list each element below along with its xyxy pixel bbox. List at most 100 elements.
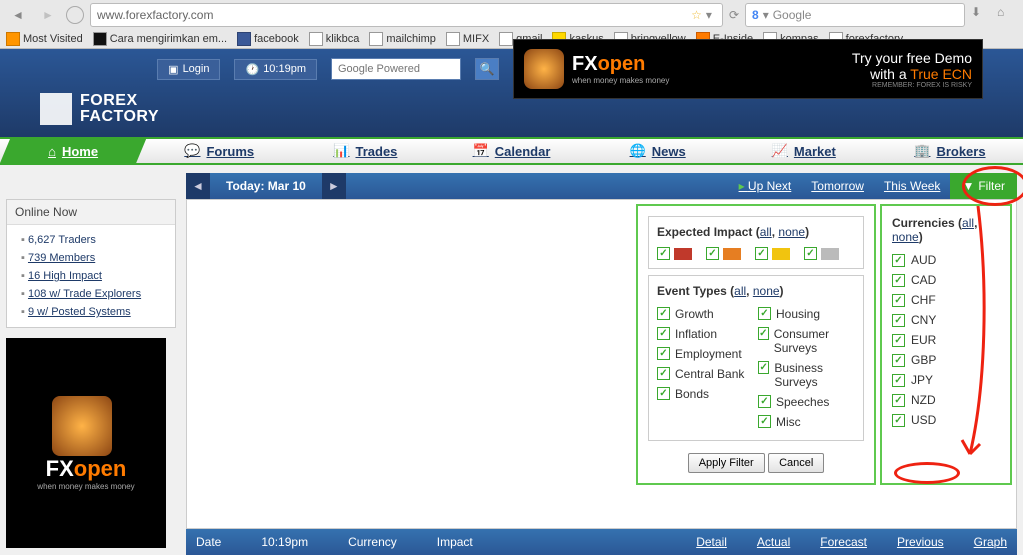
sidebar-stat[interactable]: 9 w/ Posted Systems [21, 303, 175, 321]
currency-checkbox-nzd[interactable] [892, 394, 905, 407]
event-checkbox[interactable] [758, 307, 771, 320]
currency-checkbox-gbp[interactable] [892, 354, 905, 367]
clock: 🕐 10:19pm [234, 59, 317, 80]
sidebar-stat[interactable]: 739 Members [21, 249, 175, 267]
main-column: ◄ Today: Mar 10 ► Up Next Tomorrow This … [186, 165, 1017, 555]
bookmark-item[interactable]: Cara mengirimkan em... [93, 32, 227, 46]
impact-all-link[interactable]: all [760, 225, 772, 239]
home-icon[interactable]: ⌂ [997, 5, 1017, 25]
col-actual[interactable]: Actual [757, 535, 790, 549]
calendar-footer-bar: Date 10:19pm Currency Impact Detail Actu… [186, 529, 1017, 555]
bookmark-item[interactable]: facebook [237, 32, 299, 46]
event-checkbox[interactable] [657, 347, 670, 360]
event-all-link[interactable]: all [734, 284, 746, 298]
event-checkbox[interactable] [758, 361, 769, 374]
market-icon: 📈 [772, 143, 788, 159]
date-next-button[interactable]: ► [322, 173, 346, 199]
ad-logo-icon [524, 49, 564, 89]
dropdown-icon[interactable]: ▾ [706, 8, 712, 22]
currency-checkbox-jpy[interactable] [892, 374, 905, 387]
nav-trades[interactable]: 📊Trades [292, 139, 438, 163]
site-search-button[interactable]: 🔍 [475, 58, 499, 80]
event-checkbox[interactable] [657, 327, 670, 340]
event-none-link[interactable]: none [753, 284, 780, 298]
sidebar-stat[interactable]: 108 w/ Trade Explorers [21, 285, 175, 303]
bookmark-item[interactable]: MIFX [446, 32, 489, 46]
nav-brokers[interactable]: 🏢Brokers [877, 139, 1023, 163]
date-prev-button[interactable]: ◄ [186, 173, 210, 199]
col-currency: Currency [348, 535, 397, 549]
upnext-link[interactable]: Up Next [729, 179, 802, 193]
curr-none-link[interactable]: none [892, 230, 919, 244]
event-checkbox[interactable] [758, 415, 771, 428]
date-bar: ◄ Today: Mar 10 ► Up Next Tomorrow This … [186, 173, 1017, 199]
sidebar-ad[interactable]: FXopen when money makes money [6, 338, 166, 548]
impact-yellow-checkbox[interactable] [755, 247, 768, 260]
impact-red-checkbox[interactable] [657, 247, 670, 260]
nav-forums[interactable]: 💬Forums [146, 139, 292, 163]
url-input[interactable]: www.forexfactory.com ☆ ▾ [90, 3, 723, 27]
calendar-area: Expected Impact (all, none) Event Type [186, 199, 1017, 529]
url-bar-row: ◄ ► www.forexfactory.com ☆ ▾ ⟳ 8 ▾ Googl… [0, 0, 1023, 30]
cancel-filter-button[interactable]: Cancel [768, 453, 824, 473]
event-checkbox[interactable] [657, 307, 670, 320]
nav-news[interactable]: 🌐News [585, 139, 731, 163]
bookmark-item[interactable]: mailchimp [369, 32, 436, 46]
col-graph[interactable]: Graph [974, 535, 1007, 549]
site-header: ▣ Login 🕐 10:19pm 🔍 FXopen when money ma… [0, 49, 1023, 137]
content: Online Now 6,627 Traders 739 Members 16 … [0, 165, 1023, 555]
event-checkbox[interactable] [657, 387, 670, 400]
col-forecast[interactable]: Forecast [820, 535, 867, 549]
bookmark-star-icon[interactable]: ☆ [691, 8, 702, 22]
login-button[interactable]: ▣ Login [157, 59, 220, 80]
bookmark-item[interactable]: Most Visited [6, 32, 83, 46]
filter-icon: ▼ [962, 179, 974, 193]
currency-checkbox-aud[interactable] [892, 254, 905, 267]
nav-home[interactable]: ⌂Home [0, 139, 146, 163]
col-detail[interactable]: Detail [696, 535, 727, 549]
thisweek-link[interactable]: This Week [874, 179, 950, 193]
event-checkbox[interactable] [758, 395, 771, 408]
download-icon[interactable]: ⬇ [971, 5, 991, 25]
bookmark-item[interactable]: klikbca [309, 32, 360, 46]
impact-none-link[interactable]: none [778, 225, 805, 239]
browser-search-input[interactable]: 8 ▾ Google [745, 3, 965, 27]
filter-button[interactable]: ▼Filter [950, 173, 1017, 199]
currency-checkbox-usd[interactable] [892, 414, 905, 427]
google-icon: 8 [752, 8, 759, 22]
site-logo[interactable]: FOREXFACTORY [40, 93, 159, 125]
reload-icon[interactable]: ⟳ [729, 8, 739, 22]
currency-checkbox-eur[interactable] [892, 334, 905, 347]
back-button[interactable]: ◄ [6, 3, 30, 27]
currency-checkbox-chf[interactable] [892, 294, 905, 307]
expected-impact-title: Expected Impact (all, none) [657, 225, 855, 239]
left-sidebar: Online Now 6,627 Traders 739 Members 16 … [6, 165, 176, 555]
site-search-input[interactable] [331, 58, 461, 80]
date-today[interactable]: Today: Mar 10 [210, 179, 322, 193]
tomorrow-link[interactable]: Tomorrow [801, 179, 874, 193]
impact-grey-checkbox[interactable] [804, 247, 817, 260]
impact-orange-checkbox[interactable] [706, 247, 719, 260]
filter-panel-currencies: Currencies (all, none) AUD CAD CHF CNY E… [880, 204, 1012, 485]
currencies-title: Currencies (all, none) [892, 216, 1000, 244]
forward-button: ► [36, 3, 60, 27]
impact-red-icon [674, 248, 692, 260]
banner-ad[interactable]: FXopen when money makes money Try your f… [513, 39, 983, 99]
url-text: www.forexfactory.com [97, 8, 213, 22]
filter-panel-wrap: Expected Impact (all, none) Event Type [632, 200, 1016, 489]
curr-all-link[interactable]: all [962, 216, 974, 230]
event-checkbox[interactable] [758, 327, 769, 340]
currency-checkbox-cny[interactable] [892, 314, 905, 327]
event-types-title: Event Types (all, none) [657, 284, 855, 298]
sidebar-stat[interactable]: 16 High Impact [21, 267, 175, 285]
event-checkbox[interactable] [657, 367, 670, 380]
nav-calendar[interactable]: 📅Calendar [438, 139, 584, 163]
online-now-box: Online Now 6,627 Traders 739 Members 16 … [6, 199, 176, 328]
online-now-title: Online Now [7, 200, 175, 225]
nav-market[interactable]: 📈Market [731, 139, 877, 163]
apply-filter-button[interactable]: Apply Filter [688, 453, 765, 473]
impact-orange-icon [723, 248, 741, 260]
col-previous[interactable]: Previous [897, 535, 944, 549]
globe-icon [66, 6, 84, 24]
currency-checkbox-cad[interactable] [892, 274, 905, 287]
